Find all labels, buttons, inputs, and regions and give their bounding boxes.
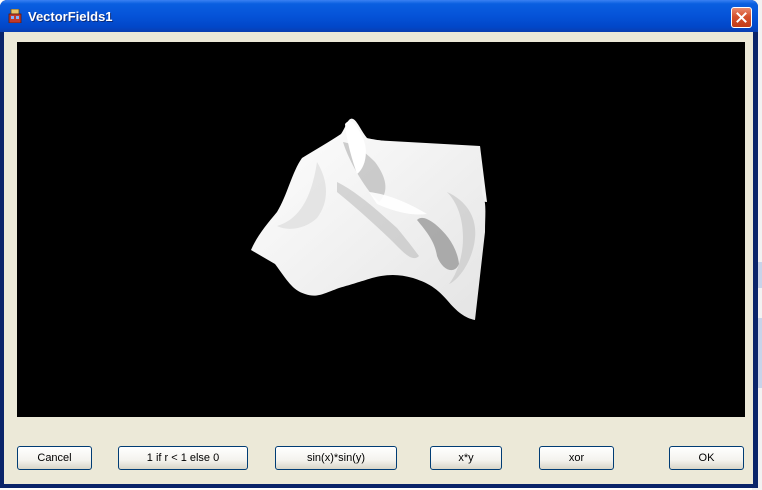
title-bar[interactable]: VectorFields1 [0,0,758,32]
close-button[interactable] [731,7,752,28]
preset-sinsin-button[interactable]: sin(x)*sin(y) [275,446,397,470]
window-title: VectorFields1 [28,9,113,24]
close-icon [736,12,747,23]
cancel-button[interactable]: Cancel [17,446,92,470]
preset-xor-button[interactable]: xor [539,446,614,470]
ok-button[interactable]: OK [669,446,744,470]
surface-plot [251,118,487,321]
dialog-client-area: Cancel 1 if r < 1 else 0 sin(x)*sin(y) x… [4,32,753,484]
dialog-window: VectorFields1 Cancel 1 if r < 1 else 0 s… [0,0,758,488]
3d-viewport[interactable] [17,42,745,417]
preset-step-button[interactable]: 1 if r < 1 else 0 [118,446,248,470]
preset-xy-button[interactable]: x*y [430,446,502,470]
app-icon [8,9,22,23]
surface-body [251,118,486,321]
